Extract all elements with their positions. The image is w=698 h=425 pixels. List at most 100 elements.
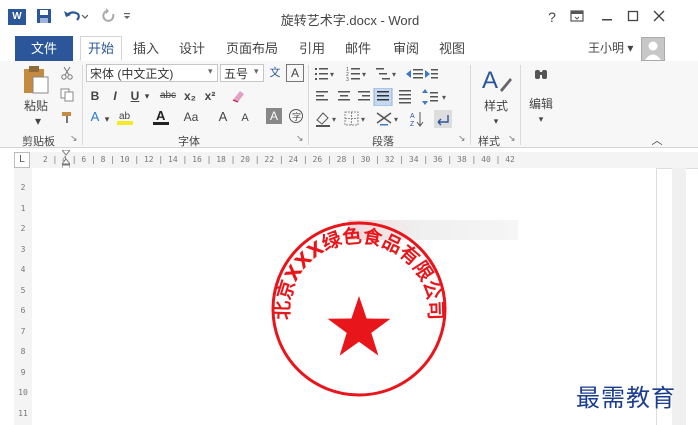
char-shading-icon[interactable]: A (266, 108, 282, 124)
paragraph-launcher-icon[interactable]: ↘ (458, 133, 466, 144)
vruler-mark: 6 (20, 306, 26, 315)
change-case-button[interactable]: Aa (180, 108, 202, 126)
styles-icon[interactable]: A (480, 64, 512, 99)
copy-icon[interactable] (60, 88, 74, 105)
svg-text:▾: ▾ (362, 70, 366, 79)
horizontal-ruler[interactable]: 2 | 4 | 6 | 8 | 10 | 12 | 14 | 16 | 18 |… (14, 152, 698, 169)
tab-mailings[interactable]: 邮件 (340, 36, 376, 61)
grow-font-button[interactable]: A (216, 108, 230, 126)
alignment-icons[interactable]: ▾ (314, 87, 464, 109)
highlight-icon[interactable]: ab (116, 108, 134, 126)
shading-border-sort-icons[interactable]: ▾ ▾ ▾ A Z (314, 110, 474, 131)
shrink-font-button[interactable]: A (238, 109, 252, 127)
tab-design[interactable]: 设计 (174, 36, 210, 61)
word-logo-icon[interactable]: W (8, 9, 26, 25)
paste-dropdown-icon[interactable]: ▾ (32, 112, 44, 130)
svg-text:3: 3 (346, 77, 349, 82)
svg-text:A: A (156, 108, 166, 123)
tab-page-layout[interactable]: 页面布局 (224, 36, 280, 61)
tab-references[interactable]: 引用 (294, 36, 330, 61)
chevron-down-icon[interactable]: ▾ (142, 87, 152, 105)
tab-review[interactable]: 审阅 (388, 36, 424, 61)
vruler-mark: 11 (18, 408, 28, 418)
maximize-icon[interactable] (622, 6, 644, 28)
user-account[interactable]: 王小明 ▾ (588, 36, 640, 61)
tab-insert[interactable]: 插入 (128, 36, 164, 61)
ruler-scale: 2 | 4 | 6 | 8 | 10 | 12 | 14 | 16 | 18 |… (42, 155, 515, 164)
svg-text:▾: ▾ (332, 115, 336, 124)
tab-view[interactable]: 视图 (434, 36, 470, 61)
document-title: 旋转艺术字.docx - Word (280, 13, 420, 28)
svg-text:▾: ▾ (361, 115, 365, 124)
paragraph-group-label: 段落 (372, 136, 394, 148)
collapse-ribbon-icon[interactable]: ︿ (650, 132, 664, 150)
underline-button[interactable]: U (128, 87, 142, 105)
vruler-mark: 4 (20, 265, 26, 274)
redo-icon[interactable] (100, 8, 116, 26)
close-icon[interactable] (648, 6, 670, 28)
font-color-icon[interactable]: A (152, 108, 170, 126)
vruler-mark: 8 (20, 347, 26, 356)
vruler-mark: 7 (20, 326, 26, 336)
clear-formatting-icon[interactable] (230, 88, 246, 107)
subscript-button[interactable]: x₂ (182, 87, 198, 105)
clipboard-group-label: 剪贴板 (22, 136, 55, 148)
chevron-down-icon[interactable]: ▾ (490, 112, 502, 130)
vertical-ruler[interactable]: 2 1 2 3 4 5 6 7 8 9 10 11 (14, 168, 33, 425)
vruler-mark: 1 (20, 203, 26, 213)
vruler-mark: 3 (20, 244, 26, 254)
ribbon-display-options-icon[interactable] (566, 6, 588, 28)
tab-file[interactable]: 文件 (15, 36, 73, 61)
svg-text:A: A (482, 67, 498, 94)
font-launcher-icon[interactable]: ↘ (296, 133, 304, 144)
cut-icon[interactable] (60, 66, 74, 83)
strikethrough-button[interactable]: abc (156, 87, 180, 105)
group-divider (82, 65, 83, 145)
font-group-label: 字体 (178, 136, 200, 148)
char-border-icon[interactable]: A (286, 64, 304, 82)
chevron-down-icon[interactable]: ▾ (208, 66, 213, 77)
styles-launcher-icon[interactable]: ↘ (508, 133, 516, 144)
qat-customize-icon[interactable] (122, 8, 132, 26)
svg-text:Z: Z (410, 121, 415, 128)
svg-text:字: 字 (292, 111, 301, 122)
phonetic-guide-icon[interactable]: 文 (266, 64, 284, 82)
italic-button[interactable]: I (108, 87, 122, 105)
format-painter-icon[interactable] (60, 110, 74, 127)
seal-stamp[interactable]: 北京XXX绿色食品有限公司 (268, 218, 450, 400)
group-divider (520, 65, 521, 145)
find-icon[interactable] (533, 66, 549, 85)
svg-text:ab: ab (119, 111, 131, 122)
styles-group-label: 样式 (478, 136, 500, 148)
group-divider (308, 65, 309, 145)
svg-text:▾: ▾ (442, 93, 446, 102)
save-icon[interactable] (36, 8, 52, 26)
chevron-down-icon[interactable]: ▾ (102, 110, 112, 128)
group-divider (470, 65, 471, 145)
bold-button[interactable]: B (88, 87, 102, 105)
avatar[interactable] (641, 37, 665, 61)
undo-icon[interactable] (62, 8, 89, 26)
superscript-button[interactable]: x² (202, 87, 218, 105)
chevron-down-icon[interactable]: ▾ (535, 110, 547, 128)
tab-selector-icon[interactable]: L (14, 152, 30, 168)
chevron-down-icon[interactable]: ▾ (254, 66, 259, 77)
paste-icon[interactable] (22, 65, 50, 95)
tab-home[interactable]: 开始 (80, 36, 122, 61)
vruler-mark: 2 (20, 224, 26, 233)
svg-text:A: A (410, 113, 415, 120)
minimize-icon[interactable] (596, 6, 618, 28)
enclose-char-icon[interactable]: 字 (288, 108, 304, 127)
watermark-text: 最需教育 (576, 384, 676, 412)
bullets-icon[interactable]: ▾ 1 2 3 ▾ ▾ (314, 66, 439, 85)
vruler-mark: 5 (20, 285, 26, 295)
vruler-mark: 10 (18, 388, 28, 397)
font-family-select[interactable]: 宋体 (中文正文) (86, 64, 218, 82)
text-effects-icon[interactable]: A (88, 108, 102, 126)
clipboard-launcher-icon[interactable]: ↘ (70, 133, 78, 144)
help-button[interactable]: ? (541, 6, 563, 28)
svg-text:▾: ▾ (394, 115, 398, 124)
seal-star (327, 296, 391, 356)
vruler-mark: 9 (20, 367, 26, 377)
vruler-mark: 2 (20, 183, 26, 192)
